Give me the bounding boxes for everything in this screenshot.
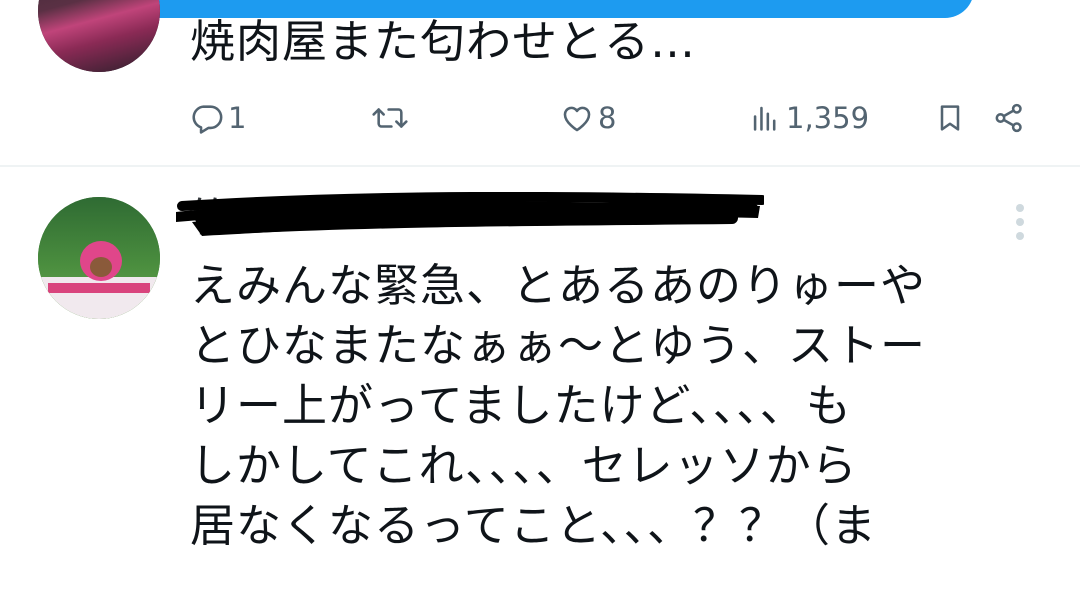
reply-icon bbox=[192, 105, 223, 134]
views-count: 1,359 bbox=[786, 101, 870, 135]
bookmark-icon bbox=[940, 105, 960, 131]
tweet-text-line: リー上がってましたけど、、、、も bbox=[190, 379, 852, 432]
tweet-text-line: しかしてこれ、、、、セレッソから bbox=[190, 439, 858, 492]
avatar[interactable] bbox=[38, 197, 160, 319]
tweet-divider bbox=[0, 165, 1080, 167]
tweet-text-line: とひなまたなぁぁ〜とゆう、ストー bbox=[190, 319, 927, 372]
heart-icon bbox=[563, 106, 591, 132]
tweet-actions: 1 8 1,359 bbox=[0, 96, 1080, 140]
share-icon bbox=[995, 103, 1022, 133]
avatar-image bbox=[38, 0, 160, 72]
more-vertical-icon[interactable] bbox=[1006, 200, 1034, 244]
tweet-text: えみんな緊急、とあるあのりゅーや とひなまたなぁぁ〜とゆう、ストー リー上がって… bbox=[190, 256, 1050, 556]
tweet-text-line: えみんな緊急、とあるあのりゅーや bbox=[190, 259, 927, 312]
tweet-text: 焼肉屋また匂わせとる… bbox=[190, 15, 697, 68]
reply-count: 1 bbox=[228, 101, 247, 135]
share-button[interactable] bbox=[992, 96, 1026, 140]
like-button[interactable]: 8 bbox=[560, 96, 616, 140]
tweet-text-line: 居なくなるってこと、、、？？（ま bbox=[190, 499, 877, 552]
avatar-rail bbox=[48, 283, 150, 293]
twitter-timeline: 焼肉屋また匂わせとる… 1 8 1,359 えみんな緊急、とあるあのりゅーや と… bbox=[0, 0, 1080, 595]
avatar[interactable] bbox=[38, 0, 160, 72]
avatar-mascot-face bbox=[90, 257, 112, 277]
redaction-scribble bbox=[176, 192, 764, 236]
reply-button[interactable]: 1 bbox=[190, 96, 246, 140]
bookmark-button[interactable] bbox=[934, 96, 966, 140]
like-count: 8 bbox=[598, 101, 617, 135]
analytics-icon bbox=[753, 106, 776, 131]
retweet-button[interactable] bbox=[370, 96, 414, 140]
retweet-icon bbox=[372, 108, 408, 128]
views-button[interactable]: 1,359 bbox=[748, 96, 869, 140]
